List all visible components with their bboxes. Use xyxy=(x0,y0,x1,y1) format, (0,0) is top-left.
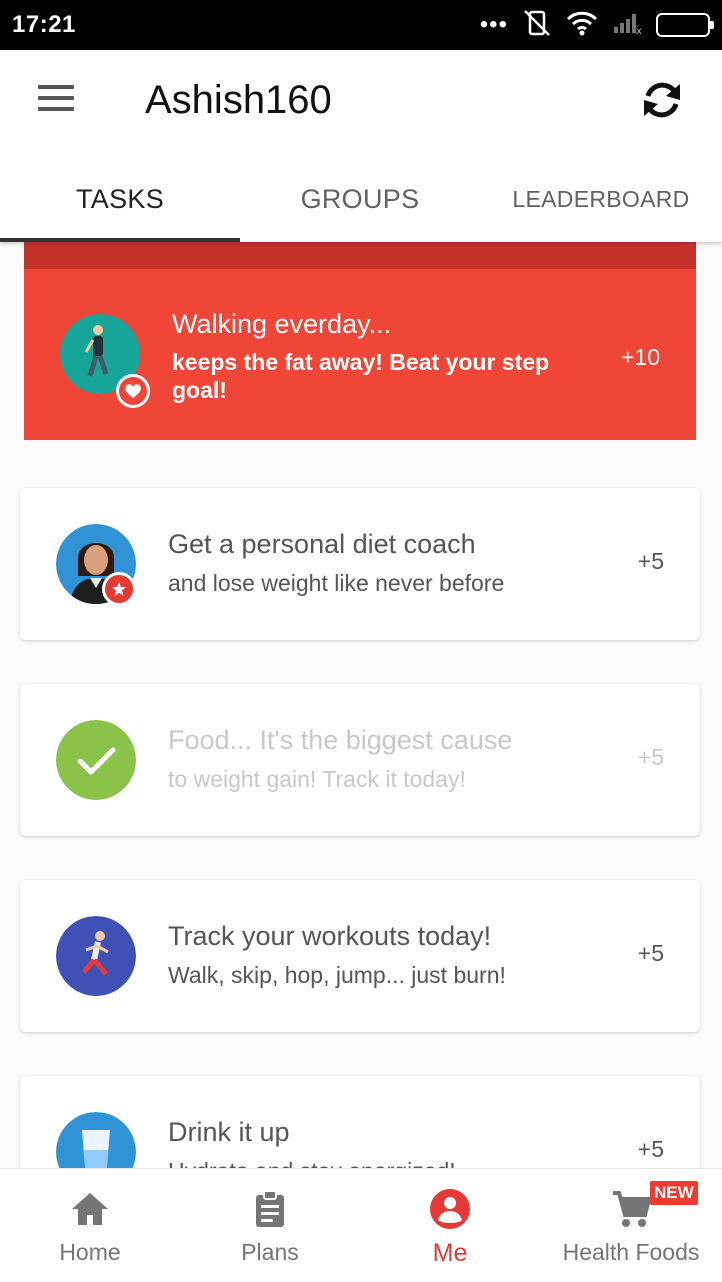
app-bar: Ashish160 TASKS GROUPS LEADERBOARD xyxy=(0,50,722,242)
task-subtitle: Walk, skip, hop, jump... just burn! xyxy=(168,962,506,988)
task-texts: Walking everday... keeps the fat away! B… xyxy=(172,306,572,404)
nav-label: Home xyxy=(59,1239,121,1265)
task-card-food-tracking[interactable]: Food... It's the biggest cause to weight… xyxy=(20,684,700,836)
battery-icon xyxy=(656,13,714,37)
task-card-walking[interactable]: Walking everday... keeps the fat away! B… xyxy=(24,242,696,440)
sync-icon[interactable] xyxy=(634,74,690,126)
water-glass-icon xyxy=(56,1112,136,1168)
task-title: Food... It's the biggest cause xyxy=(168,725,513,755)
task-texts: Get a personal diet coach and lose weigh… xyxy=(168,526,568,598)
task-subtitle: and lose weight like never before xyxy=(168,570,505,596)
nav-home[interactable]: Home xyxy=(0,1169,180,1282)
nav-label: Me xyxy=(432,1239,468,1267)
cellular-signal-icon: x xyxy=(612,11,642,40)
task-subtitle: keeps the fat away! Beat your step goal! xyxy=(172,349,550,403)
status-time: 17:21 xyxy=(12,11,76,38)
star-icon xyxy=(102,572,136,606)
task-points: +5 xyxy=(637,548,664,574)
task-title: Track your workouts today! xyxy=(168,921,492,951)
task-card-diet-coach[interactable]: Get a personal diet coach and lose weigh… xyxy=(20,488,700,640)
svg-text:x: x xyxy=(636,26,642,35)
nav-label: Health Foods xyxy=(562,1239,700,1265)
tab-groups[interactable]: GROUPS xyxy=(240,156,480,242)
task-points: +10 xyxy=(620,344,660,370)
tab-tasks[interactable]: TASKS xyxy=(0,156,240,242)
task-card-hydration[interactable]: Drink it up Hydrate and stay energized! … xyxy=(20,1076,700,1168)
cart-icon xyxy=(613,1191,652,1227)
more-dots-icon: ••• xyxy=(479,11,508,38)
heart-icon xyxy=(116,374,150,408)
running-person-icon xyxy=(56,916,136,996)
clipboard-icon xyxy=(256,1190,284,1227)
vibrate-off-icon xyxy=(522,8,552,43)
hamburger-menu-icon[interactable] xyxy=(28,74,84,122)
page-title: Ashish160 xyxy=(145,78,332,122)
nav-label: Plans xyxy=(241,1239,299,1265)
card-top-band xyxy=(24,242,696,269)
task-points: +5 xyxy=(637,744,664,770)
status-icons: ••• x xyxy=(479,8,714,43)
task-title: Get a personal diet coach xyxy=(168,529,476,559)
new-badge: NEW xyxy=(650,1181,698,1205)
status-bar: 17:21 ••• x xyxy=(0,0,722,50)
bottom-navigation: Home Plans Me NEW Health Foods xyxy=(0,1168,722,1282)
task-texts: Track your workouts today! Walk, skip, h… xyxy=(168,918,568,990)
home-icon xyxy=(72,1193,108,1225)
task-points: +5 xyxy=(637,940,664,966)
checkmark-icon xyxy=(56,720,136,800)
task-list[interactable]: Walking everday... keeps the fat away! B… xyxy=(0,242,722,1168)
tab-leaderboard[interactable]: LEADERBOARD xyxy=(480,156,722,242)
task-subtitle: Hydrate and stay energized! xyxy=(168,1156,568,1168)
task-title: Drink it up xyxy=(168,1117,290,1147)
task-points: +5 xyxy=(637,1136,664,1162)
nav-health-foods[interactable]: NEW Health Foods xyxy=(540,1169,722,1282)
nav-me[interactable]: Me xyxy=(360,1169,540,1282)
task-texts: Drink it up Hydrate and stay energized! xyxy=(168,1114,568,1168)
nav-plans[interactable]: Plans xyxy=(180,1169,360,1282)
tab-bar: TASKS GROUPS LEADERBOARD xyxy=(0,156,722,242)
task-texts: Food... It's the biggest cause to weight… xyxy=(168,722,568,794)
task-card-workouts[interactable]: Track your workouts today! Walk, skip, h… xyxy=(20,880,700,1032)
task-title: Walking everday... xyxy=(172,309,392,339)
task-subtitle: to weight gain! Track it today! xyxy=(168,766,466,792)
person-icon xyxy=(430,1189,470,1229)
wifi-icon xyxy=(566,10,598,41)
